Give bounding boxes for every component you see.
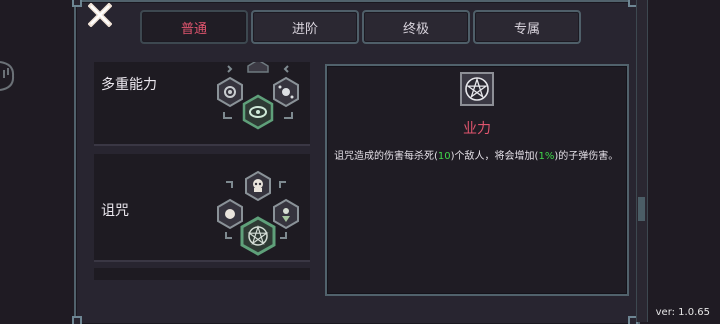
tab-label: 专属 (513, 21, 540, 37)
scrollbar-track[interactable] (636, 0, 648, 322)
list-item[interactable] (94, 268, 310, 280)
tab-exclusive[interactable]: 专属 (473, 10, 581, 44)
scrollbar-thumb[interactable] (638, 197, 645, 221)
desc-text: )的子弹伤害。 (554, 151, 619, 162)
tab-label: 普通 (180, 21, 207, 37)
tab-ultimate[interactable]: 终极 (362, 10, 470, 44)
desc-value: 10 (437, 151, 451, 162)
tab-normal[interactable]: 普通 (140, 10, 248, 44)
version-label: ver: 1.0.65 (655, 307, 710, 318)
frame-corner (72, 316, 82, 324)
tab-advanced[interactable]: 进阶 (251, 10, 359, 44)
skill-list[interactable]: 多重能力 诅咒 (94, 62, 310, 280)
desc-value: 1% (538, 151, 555, 162)
desc-text: 诅咒造成的伤害每杀死( (334, 151, 438, 162)
list-item-label: 多重能力 (101, 77, 157, 93)
skill-title: 业力 (463, 121, 491, 137)
side-menu-icon[interactable] (0, 56, 16, 96)
list-item[interactable]: 多重能力 (94, 62, 310, 146)
list-item-label: 诅咒 (101, 203, 129, 219)
list-item[interactable]: 诅咒 (94, 154, 310, 262)
frame-corner (72, 0, 82, 7)
tab-label: 进阶 (291, 21, 318, 37)
skill-tree-icon (217, 62, 299, 130)
close-icon[interactable] (88, 3, 112, 27)
skill-detail-panel: 业力 诅咒造成的伤害每杀死(10)个敌人，将会增加(1%)的子弹伤害。 (325, 64, 629, 296)
desc-text: )个敌人，将会增加( (450, 151, 539, 162)
skill-tree-icon (217, 170, 299, 256)
tab-label: 终极 (402, 21, 429, 37)
pentagram-icon (460, 72, 494, 106)
skill-description: 诅咒造成的伤害每杀死(10)个敌人，将会增加(1%)的子弹伤害。 (334, 148, 622, 165)
game-screen: 普通 进阶 终极 专属 多重能力 诅咒 业力 诅咒造成的伤害每杀死(10)个敌人… (0, 0, 720, 324)
